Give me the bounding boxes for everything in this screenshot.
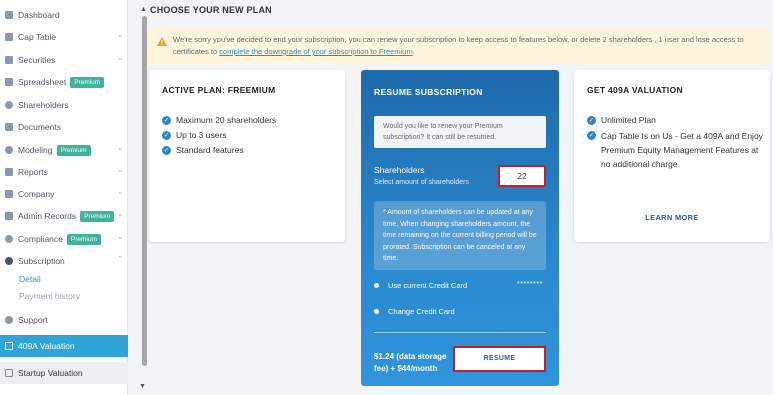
sidebar-item-admin-records[interactable]: Admin Records Premium ⌄ — [0, 206, 128, 226]
resume-subscription-card: RESUME SUBSCRIPTION Would you like to re… — [361, 70, 559, 386]
downgrade-link[interactable]: complete the downgrade of your subscript… — [219, 47, 412, 56]
feature-item: ✓ Up to 3 users — [162, 130, 227, 140]
admin-icon — [5, 212, 13, 220]
feature-item: ✓ Maximum 20 shareholders — [162, 115, 277, 125]
check-circle-icon: ✓ — [587, 116, 596, 125]
shareholders-input[interactable]: 22 — [498, 165, 546, 187]
document-icon — [5, 342, 13, 350]
chevron-down-icon: ⌄ — [117, 55, 123, 62]
feature-item: ✓ Standard features — [162, 145, 244, 155]
pie-chart-icon — [5, 33, 13, 41]
support-icon — [5, 316, 13, 324]
warning-icon — [157, 37, 167, 46]
lightbulb-icon — [5, 146, 13, 154]
premium-badge: Premium — [80, 210, 115, 222]
chevron-down-icon: ⌄ — [117, 211, 123, 218]
chevron-down-icon: ⌄ — [117, 189, 123, 196]
folder-icon — [5, 123, 13, 131]
user-icon — [5, 101, 13, 109]
use-current-card-option[interactable]: Use current Credit Card — [374, 281, 467, 290]
price-text: $1.24 (data storage fee) + $44/month — [374, 352, 447, 373]
shareholders-label: Shareholders — [374, 165, 425, 175]
reports-icon — [5, 168, 13, 176]
securities-icon — [5, 56, 13, 64]
chevron-down-icon: ⌄ — [117, 234, 123, 241]
premium-badge: Premium — [66, 233, 101, 245]
page-title: CHOOSE YOUR NEW PLAN — [150, 5, 272, 15]
premium-badge: Premium — [56, 144, 91, 156]
sidebar-item-subscription[interactable]: Subscription ⌃ — [0, 251, 128, 271]
card-mask: ******** — [517, 281, 543, 288]
sidebar-item-company[interactable]: Company ⌄ — [0, 184, 128, 204]
active-plan-card: ACTIVE PLAN: FREEMIUM ✓ Maximum 20 share… — [149, 70, 345, 242]
shareholders-sublabel: Select amount of shareholders — [374, 179, 469, 186]
spreadsheet-icon — [5, 78, 13, 86]
divider — [374, 332, 546, 333]
sidebar-item-shareholders[interactable]: Shareholders — [0, 95, 128, 115]
dollar-icon — [5, 257, 13, 265]
chevron-down-icon: ⌄ — [117, 167, 123, 174]
notice-suffix: . — [412, 47, 415, 56]
sidebar: Dashboard Cap Table ⌄ Securities ⌄ Sprea… — [0, 0, 128, 395]
active-plan-title: ACTIVE PLAN: FREEMIUM — [162, 85, 276, 95]
sidebar-item-409a-valuation[interactable]: 409A Valuation — [0, 335, 128, 357]
scrollbar-thumb[interactable] — [142, 16, 147, 366]
sidebar-item-cap-table[interactable]: Cap Table ⌄ — [0, 27, 128, 47]
chevron-down-icon: ⌄ — [117, 32, 123, 39]
check-circle-icon: ✓ — [587, 131, 596, 140]
check-circle-icon: ✓ — [162, 116, 171, 125]
valuation-card: GET 409A VALUATION ✓ Unlimited Plan ✓ Ca… — [574, 70, 770, 242]
sidebar-item-spreadsheet[interactable]: Spreadsheet Premium — [0, 72, 128, 92]
document-icon — [5, 369, 13, 377]
dashboard-icon — [5, 11, 13, 19]
change-card-option[interactable]: Change Credit Card — [374, 307, 455, 316]
info-note: * Amount of shareholders can be updated … — [374, 201, 546, 270]
valuation-title: GET 409A VALUATION — [587, 85, 683, 95]
shield-icon — [5, 235, 13, 243]
radio-icon — [374, 283, 379, 288]
scroll-up-arrow-icon[interactable]: ▲ — [140, 6, 147, 13]
learn-more-link[interactable]: LEARN MORE — [574, 213, 770, 222]
sidebar-subitem-payment-history[interactable]: Payment history — [19, 291, 80, 301]
sidebar-item-compliance[interactable]: Compliance Premium ⌄ — [0, 229, 128, 249]
feature-item: ✓ Unlimited Plan — [587, 115, 656, 125]
resume-title: RESUME SUBSCRIPTION — [374, 87, 483, 97]
feature-item: ✓ Cap Table Is on Us - Get a 409A and En… — [587, 131, 763, 169]
sidebar-item-startup-valuation[interactable]: Startup Valuation — [0, 362, 128, 384]
check-circle-icon: ✓ — [162, 146, 171, 155]
sidebar-item-reports[interactable]: Reports ⌄ — [0, 162, 128, 182]
resume-question: Would you like to renew your Premium sub… — [374, 116, 546, 148]
sidebar-item-dashboard[interactable]: Dashboard — [0, 5, 128, 25]
sidebar-item-securities[interactable]: Securities ⌄ — [0, 50, 128, 70]
building-icon — [5, 190, 13, 198]
premium-badge: Premium — [70, 76, 105, 88]
downgrade-notice: We're sorry you've decided to end your s… — [148, 28, 770, 63]
chevron-up-icon: ⌃ — [117, 256, 123, 263]
sidebar-item-modeling[interactable]: Modeling Premium ⌄ — [0, 140, 128, 160]
resume-button[interactable]: RESUME — [453, 346, 546, 372]
chevron-down-icon: ⌄ — [117, 145, 123, 152]
sidebar-subitem-detail[interactable]: Detail — [19, 274, 41, 284]
sidebar-item-documents[interactable]: Documents — [0, 117, 128, 137]
radio-icon — [374, 309, 379, 314]
sidebar-item-support[interactable]: Support — [0, 310, 128, 330]
scroll-down-arrow-icon[interactable]: ▼ — [139, 383, 146, 390]
check-circle-icon: ✓ — [162, 131, 171, 140]
